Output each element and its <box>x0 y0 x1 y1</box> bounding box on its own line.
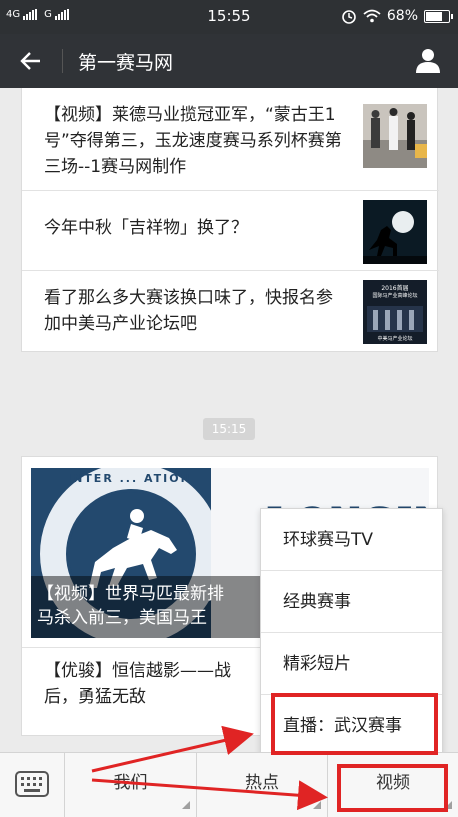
arrow-left-icon <box>20 52 40 70</box>
list-item[interactable]: 今年中秋「吉祥物」换了？ <box>22 190 439 270</box>
wifi-icon <box>363 9 381 23</box>
battery-percent: 68% <box>386 8 418 24</box>
menu-item-short-clips[interactable]: 精彩短片 <box>261 633 442 695</box>
tab-label: 热点 <box>245 773 279 793</box>
tab-hot-topics[interactable]: 热点 <box>197 753 328 817</box>
menu-item-classic-races[interactable]: 经典赛事 <box>261 571 442 633</box>
list-item[interactable]: 看了那么多大赛该换口味了，快报名参加中美马产业论坛吧 2016首届 国际马产业高… <box>22 270 439 352</box>
article-title-line: 后，勇猛无敌 <box>44 687 146 707</box>
message-timestamp: 15:15 <box>203 418 255 440</box>
submenu-indicator-icon <box>313 801 321 809</box>
page-title: 第一赛马网 <box>78 52 174 74</box>
alarm-icon <box>342 10 356 24</box>
person-icon <box>416 49 440 73</box>
header-divider <box>62 49 63 73</box>
submenu-indicator-icon <box>182 801 190 809</box>
annotation-box-video-tab <box>337 764 448 812</box>
status-right: 68% <box>341 8 453 24</box>
banner-arc-text: INTER ... ATION <box>67 472 192 485</box>
menu-item-global-racing-tv[interactable]: 环球赛马TV <box>261 509 442 571</box>
list-item[interactable]: 【视频】莱德马业揽冠亚军，“蒙古王1号”夺得第三，玉龙速度赛马系列杯赛第三场--… <box>22 88 439 190</box>
tab-label: 我们 <box>113 773 148 793</box>
tab-about-us[interactable]: 我们 <box>65 753 197 817</box>
title-bar: 第一赛马网 <box>0 34 458 88</box>
article-title: 今年中秋「吉祥物」换了？ <box>44 218 248 238</box>
battery-icon <box>424 9 453 23</box>
thumbnail-text: 2016首届 <box>381 285 409 292</box>
article-title: 【视频】莱德马业揽冠亚军，“蒙古王1号”夺得第三，玉龙速度赛马系列杯赛第三场--… <box>44 105 342 177</box>
status-bar: 4G G 15:55 68% <box>0 0 458 34</box>
article-thumbnail <box>363 200 427 264</box>
profile-button[interactable] <box>414 46 442 74</box>
thumbnail-text: 中美马产业论坛 <box>377 336 413 342</box>
article-title: 【优骏】恒信越影——战 后，勇猛无敌 <box>44 658 294 710</box>
thumbnail-text: 国际马产业高峰论坛 <box>372 293 418 299</box>
article-thumbnail: 2016首届 国际马产业高峰论坛 中美马产业论坛 <box>363 280 427 344</box>
article-list-card: 【视频】莱德马业揽冠亚军，“蒙古王1号”夺得第三，玉龙速度赛马系列杯赛第三场--… <box>21 88 439 352</box>
article-title: 看了那么多大赛该换口味了，快报名参加中美马产业论坛吧 <box>44 288 333 334</box>
annotation-box-live-item <box>271 693 438 755</box>
keyboard-toggle-button[interactable] <box>0 753 65 817</box>
article-thumbnail <box>363 104 427 168</box>
article-title-line: 【优骏】恒信越影——战 <box>44 661 231 681</box>
back-button[interactable] <box>14 46 48 76</box>
keyboard-icon <box>15 771 49 797</box>
